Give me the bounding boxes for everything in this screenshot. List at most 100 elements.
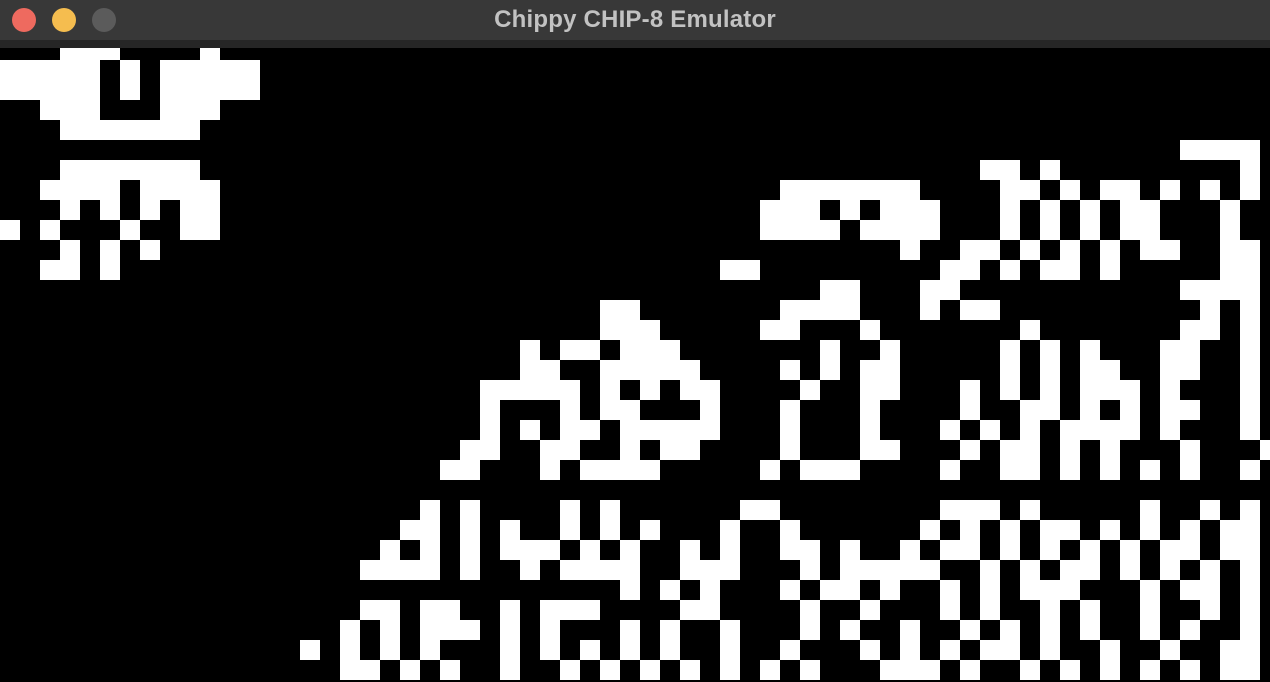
display-pixel (1200, 560, 1220, 580)
display-pixel (1020, 400, 1040, 420)
display-pixel (820, 460, 840, 480)
display-pixel (860, 380, 880, 400)
display-pixel (980, 160, 1000, 180)
display-pixel (660, 580, 680, 600)
display-pixel (1020, 460, 1040, 480)
display-pixel (1180, 460, 1200, 480)
display-pixel (780, 200, 800, 220)
display-pixel (100, 200, 120, 220)
display-pixel (640, 460, 660, 480)
display-pixel (620, 440, 640, 460)
display-pixel (1160, 340, 1180, 360)
display-pixel (860, 180, 880, 200)
display-pixel (620, 360, 640, 380)
display-pixel (660, 340, 680, 360)
display-pixel (620, 620, 640, 640)
display-pixel (960, 500, 980, 520)
display-pixel (1060, 420, 1080, 440)
display-pixel (1180, 440, 1200, 460)
display-pixel (1080, 560, 1100, 580)
display-pixel (100, 240, 120, 260)
display-pixel (180, 200, 200, 220)
display-pixel (1240, 240, 1260, 260)
display-pixel (1000, 340, 1020, 360)
display-pixel (360, 600, 380, 620)
display-pixel (1040, 220, 1060, 240)
display-pixel (960, 540, 980, 560)
display-pixel (1040, 620, 1060, 640)
display-pixel (480, 380, 500, 400)
display-pixel (1180, 660, 1200, 680)
display-pixel (1220, 540, 1240, 560)
display-pixel (200, 200, 220, 220)
display-pixel (1080, 420, 1100, 440)
display-pixel (680, 560, 700, 580)
display-pixel (940, 420, 960, 440)
display-pixel (1000, 620, 1020, 640)
display-pixel (80, 48, 100, 60)
display-pixel (200, 220, 220, 240)
display-pixel (840, 180, 860, 200)
display-pixel (700, 580, 720, 600)
display-pixel (60, 180, 80, 200)
display-pixel (1140, 600, 1160, 620)
display-pixel (1140, 460, 1160, 480)
display-pixel (1000, 440, 1020, 460)
display-pixel (900, 220, 920, 240)
display-pixel (1200, 600, 1220, 620)
display-pixel (640, 320, 660, 340)
display-pixel (80, 160, 100, 180)
display-pixel (1200, 300, 1220, 320)
display-pixel (900, 200, 920, 220)
display-pixel (80, 60, 100, 80)
display-pixel (960, 380, 980, 400)
display-pixel (1180, 520, 1200, 540)
chip8-display (0, 48, 1270, 682)
display-pixel (40, 80, 60, 100)
display-pixel (980, 560, 1000, 580)
display-pixel (1060, 460, 1080, 480)
display-pixel (160, 100, 180, 120)
display-pixel (360, 560, 380, 580)
display-pixel (520, 380, 540, 400)
display-pixel (1020, 320, 1040, 340)
display-pixel (640, 420, 660, 440)
display-pixel (1200, 280, 1220, 300)
display-pixel (240, 80, 260, 100)
display-pixel (1040, 200, 1060, 220)
display-pixel (1140, 620, 1160, 640)
display-pixel (1120, 220, 1140, 240)
display-pixel (860, 360, 880, 380)
display-pixel (1020, 500, 1040, 520)
display-pixel (720, 260, 740, 280)
display-pixel (1100, 380, 1120, 400)
display-pixel (1240, 160, 1260, 180)
display-pixel (600, 360, 620, 380)
display-pixel (1080, 200, 1100, 220)
display-pixel (580, 600, 600, 620)
display-pixel (920, 560, 940, 580)
display-pixel (1120, 380, 1140, 400)
display-pixel (800, 600, 820, 620)
display-pixel (300, 640, 320, 660)
display-pixel (600, 500, 620, 520)
display-pixel (980, 240, 1000, 260)
display-pixel (1160, 240, 1180, 260)
display-pixel (920, 200, 940, 220)
display-pixel (640, 520, 660, 540)
display-pixel (1100, 440, 1120, 460)
display-pixel (400, 560, 420, 580)
display-pixel (1040, 540, 1060, 560)
display-pixel (1040, 600, 1060, 620)
display-pixel (60, 80, 80, 100)
display-pixel (600, 520, 620, 540)
display-pixel (780, 520, 800, 540)
display-pixel (480, 400, 500, 420)
display-pixel (940, 280, 960, 300)
display-pixel (880, 440, 900, 460)
display-pixel (860, 400, 880, 420)
display-pixel (620, 560, 640, 580)
display-pixel (1100, 460, 1120, 480)
display-pixel (180, 180, 200, 200)
display-pixel (180, 120, 200, 140)
